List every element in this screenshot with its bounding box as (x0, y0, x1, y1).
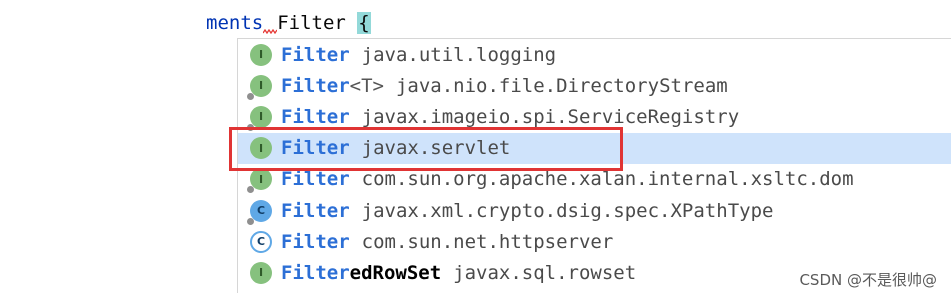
completion-suffix: edRowSet (349, 261, 442, 284)
brace: { (357, 12, 371, 34)
watermark: CSDN @不是很帅@ (799, 271, 937, 289)
completion-package: com.sun.net.httpserver (361, 230, 614, 253)
pin-icon (247, 92, 254, 100)
interface-icon: I (247, 168, 272, 194)
pin-icon (247, 217, 254, 225)
interface-icon: I (250, 43, 272, 66)
completion-item[interactable]: I Filter javax.imageio.spi.ServiceRegistry (238, 101, 951, 132)
completion-package: java.util.logging (361, 43, 557, 66)
interface-icon: I (250, 261, 272, 284)
completion-item[interactable]: C Filter javax.xml.crypto.dsig.spec.XPathT… (238, 195, 951, 226)
completion-package: com.sun.org.apache.xalan.internal.xsltc.… (361, 168, 854, 191)
completion-match: Filter (281, 199, 350, 222)
completion-item[interactable]: C Filter com.sun.net.httpserver (238, 226, 951, 257)
completion-match: Filter (281, 261, 350, 284)
class-icon: C (247, 199, 272, 225)
completion-list[interactable]: I Filter java.util.logging I Filter <T> java.n… (238, 39, 951, 289)
completion-item[interactable]: I Filter com.sun.org.apache.xalan.internal… (238, 164, 951, 195)
completion-match: Filter (281, 43, 350, 66)
type-parameter: <T> (349, 74, 384, 97)
code-line[interactable]: ments Filter { (206, 9, 371, 37)
class-icon: C (250, 230, 272, 253)
completion-match: Filter (281, 74, 350, 97)
identifier-prefix: ments (206, 12, 264, 34)
completion-match: Filter (281, 230, 350, 253)
completion-package: java.nio.file.DirectoryStream (395, 74, 728, 97)
interface-icon: I (247, 105, 272, 131)
completion-package: javax.sql.rowset (453, 261, 637, 284)
typed-text: Filter (277, 12, 346, 34)
completion-item[interactable]: I Filter javax.servlet (238, 132, 951, 164)
pin-icon (247, 123, 254, 131)
error-squiggle-icon (263, 9, 278, 37)
completion-package: javax.servlet (361, 137, 511, 160)
completion-item[interactable]: I Filter <T> java.nio.file.DirectoryStream (238, 70, 951, 101)
completion-item[interactable]: I Filter java.util.logging (238, 39, 951, 70)
completion-match: Filter (281, 168, 350, 191)
completion-package: javax.xml.crypto.dsig.spec.XPathType (361, 199, 774, 222)
completion-popup[interactable]: I Filter java.util.logging I Filter <T> java.n… (237, 38, 951, 293)
completion-match: Filter (281, 105, 350, 128)
completion-match: Filter (281, 137, 350, 160)
interface-icon: I (247, 74, 272, 100)
completion-package: javax.imageio.spi.ServiceRegistry (361, 105, 740, 128)
interface-icon: I (250, 137, 272, 160)
pin-icon (247, 186, 254, 194)
